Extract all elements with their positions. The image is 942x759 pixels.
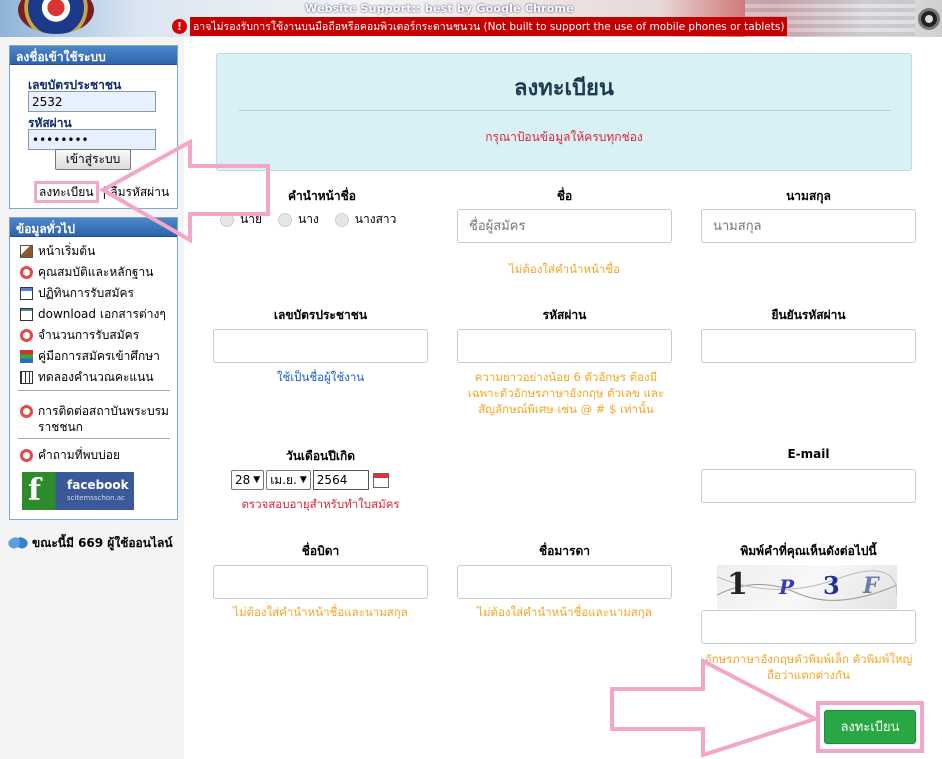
menu-item-calendar[interactable]: ปฏิทินการรับสมัคร [20,284,134,303]
form-instruction: กรุณาป้อนข้อมูลให้ครบทุกช่อง [485,130,643,144]
link-separator: | [102,185,107,199]
lastname-input[interactable] [701,209,916,243]
menu-item-score-calc[interactable]: ทดลองคำนวณคะแนน [20,368,154,387]
general-info-title: ข้อมูลทั่วไป [10,218,177,237]
birthdate-label: วันเดือนปีเกิด [285,449,356,463]
calculator-icon [20,371,33,384]
calendar-icon [20,287,33,300]
captcha-char: 3 [823,571,840,600]
captcha-char: F [863,573,879,599]
prefix-radio-group: นาย นาง นางสาว [220,210,396,229]
register-submit-button[interactable]: ลงทะเบียน [824,710,916,744]
menu-item-qualifications[interactable]: คุณสมบัติและหลักฐาน [20,263,153,282]
page-title: ลงทะเบียน [514,76,614,101]
father-name-hint: ไม่ต้องใส่คำนำหน้าชื่อและนามสกุล [233,605,408,619]
radio-button[interactable] [220,212,234,227]
lifebuoy-icon [20,329,33,342]
menu-item-download[interactable]: download เอกสารต่างๆ [20,305,166,324]
mother-name-label: ชื่อมารดา [539,544,590,558]
password-input[interactable] [457,329,672,363]
online-users-text: ขณะนี้มี 669 ผู้ใช้ออนไลน์ [32,536,173,550]
lifebuoy-icon [20,449,33,462]
users-icon [8,536,28,551]
firstname-label: ชื่อ [556,189,573,203]
calendar-icon[interactable] [372,472,389,488]
login-links: ลงทะเบียน | ลืมรหัสผ่าน [34,181,169,203]
password-label: รหัสผ่าน [542,308,587,322]
birthdate-hint: ตรวจสอบอายุสำหรับทำใบสมัคร [241,497,400,511]
lastname-label: นามสกุล [786,189,831,203]
email-input[interactable] [701,469,916,503]
idcard-input[interactable] [213,329,428,363]
password-hint: ความยาวอย่างน้อย 6 ตัวอักษร ต้องมีเฉพาะต… [467,370,665,416]
document-icon [20,308,33,321]
chevron-down-icon: ▼ [253,475,261,485]
birth-month-select[interactable]: เม.ย. ▼ [266,470,311,490]
menu-item-manual[interactable]: คู่มือการสมัครเข้าศึกษา [20,347,160,366]
login-id-input[interactable] [28,91,156,112]
firstname-hint: ไม่ต้องใส่คำนำหน้าชื่อ [508,262,621,276]
mobile-warning-text: อาจไม่รองรับการใช้งานบนมือถือหรือคอมพิวเ… [190,16,788,36]
birthdate-picker: 28 ▼ เม.ย. ▼ 2564 [231,470,389,490]
prefix-label: คำนำหน้าชื่อ [288,189,356,203]
captcha-input[interactable] [701,610,916,644]
login-password-input[interactable] [28,129,156,150]
forgot-password-link[interactable]: ลืมรหัสผ่าน [110,185,169,199]
menu-item-contact[interactable]: การติดต่อสถาบันพระบรมราชชนก [20,403,173,435]
captcha-image: 1 P 3 F [717,565,897,609]
warning-icon: ! [172,18,187,34]
sidebar: ลงชื่อเข้าใช้ระบบ เลขบัตรประชาชน รหัสผ่า… [0,37,184,759]
registration-main: ลงทะเบียน กรุณาป้อนข้อมูลให้ครบทุกช่อง ค… [184,37,942,759]
birth-year-input[interactable]: 2564 [312,470,369,490]
birth-day-select[interactable]: 28 ▼ [231,470,265,490]
books-icon [20,350,33,363]
idcard-hint: ใช้เป็นชื่อผู้ใช้งาน [276,370,365,384]
settings-icon[interactable] [918,8,940,30]
login-box-title: ลงชื่อเข้าใช้ระบบ [10,46,177,65]
prefix-radio-mr[interactable]: นาย [220,210,262,229]
top-banner: Website Support:: best by Google Chrome … [0,0,942,37]
captcha-char: 1 [727,567,748,602]
chevron-down-icon: ▼ [299,475,307,485]
mother-name-input[interactable] [457,565,672,599]
menu-item-home[interactable]: หน้าเริ่มต้น [20,242,95,261]
idcard-label: เลขบัตรประชาชน [273,308,368,322]
header-divider [239,110,891,111]
firstname-input[interactable] [457,209,672,243]
home-icon [20,245,33,258]
mother-name-hint: ไม่ต้องใส่คำนำหน้าชื่อและนามสกุล [477,605,652,619]
confirm-password-label: ยืนยันรหัสผ่าน [771,308,846,322]
menu-divider [18,438,170,439]
prefix-radio-miss[interactable]: นางสาว [334,210,396,229]
menu-item-faq[interactable]: คำถามที่พบบ่อย [20,446,120,465]
online-users: ขณะนี้มี 669 ผู้ใช้ออนไลน์ [8,534,173,553]
confirm-password-input[interactable] [701,329,916,363]
facebook-banner[interactable]: f facebook scitemsschon.ac [22,472,134,510]
father-name-input[interactable] [213,565,428,599]
site-logo [18,0,94,34]
father-name-label: ชื่อบิดา [301,544,340,558]
lifebuoy-icon [20,266,33,279]
captcha-char: P [779,575,795,599]
facebook-icon: f [28,473,41,508]
menu-item-applicant-count[interactable]: จำนวนการรับสมัคร [20,326,139,345]
login-box: ลงชื่อเข้าใช้ระบบ เลขบัตรประชาชน รหัสผ่า… [9,45,178,209]
form-header: ลงทะเบียน กรุณาป้อนข้อมูลให้ครบทุกช่อง [216,53,912,171]
register-link[interactable]: ลงทะเบียน [34,181,99,203]
browser-support-text: Website Support:: best by Google Chrome [305,2,574,15]
radio-button[interactable] [334,212,349,227]
captcha-label: พิมพ์คำที่คุณเห็นดังต่อไปนี้ [740,544,877,558]
radio-button[interactable] [277,212,292,227]
general-info-box: ข้อมูลทั่วไป หน้าเริ่มต้น คุณสมบัติและหล… [9,217,178,520]
mobile-warning: ! อาจไม่รองรับการใช้งานบนมือถือหรือคอมพิ… [172,16,788,36]
login-button[interactable]: เข้าสู่ระบบ [55,149,131,170]
email-label: E-mail [787,447,830,461]
menu-divider [18,390,170,391]
prefix-radio-mrs[interactable]: นาง [277,210,319,229]
captcha-hint: อักษรภาษาอังกฤษตัวพิมพ์เล็ก ตัวพิมพ์ใหญ่… [704,652,913,682]
lifebuoy-icon [20,405,33,418]
